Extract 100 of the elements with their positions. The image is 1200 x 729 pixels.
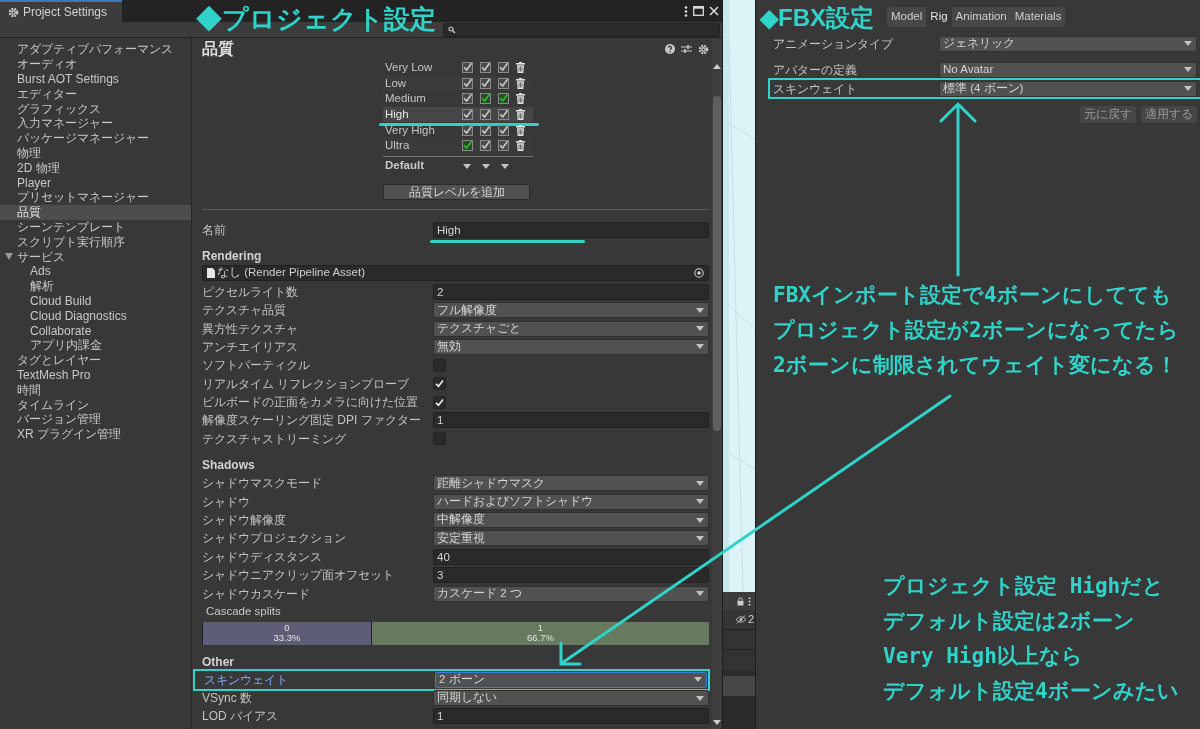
dropdown[interactable]: 2 ボーン [435, 671, 707, 688]
dropdown[interactable]: 無効 [433, 338, 709, 355]
sidebar-item[interactable]: 入力マネージャー [0, 116, 191, 131]
number-field[interactable]: 40 [433, 548, 709, 565]
sidebar-item[interactable]: オーディオ [0, 56, 191, 72]
checkbox[interactable] [462, 62, 473, 74]
trash-icon[interactable] [516, 93, 525, 105]
sidebar-item[interactable]: タグとレイヤー [0, 352, 191, 368]
sidebar-item[interactable]: エディター [0, 86, 191, 102]
checkbox[interactable] [480, 124, 491, 136]
search-field[interactable] [443, 22, 720, 37]
checkbox[interactable] [498, 62, 509, 74]
checkbox[interactable] [480, 77, 491, 89]
dropdown[interactable]: ジェネリック [939, 35, 1197, 52]
dropdown[interactable]: 同期しない [433, 690, 709, 706]
dropdown-caret-icon[interactable] [463, 163, 471, 169]
window-tab[interactable]: Project Settings [0, 0, 122, 22]
close-icon[interactable] [709, 6, 719, 16]
checkbox[interactable] [498, 140, 509, 152]
expanded-arrow-icon[interactable] [5, 253, 13, 261]
scroll-thumb[interactable] [713, 96, 721, 431]
scrollbar[interactable] [712, 38, 722, 729]
cascade-split[interactable]: 0 33.3% [202, 621, 371, 645]
sidebar-item[interactable]: XR プラグイン管理 [0, 426, 191, 442]
sidebar-item[interactable]: 2D 物理 [0, 160, 191, 176]
dropdown[interactable]: 距離シャドウマスク [433, 475, 709, 492]
cascade-splits-bar[interactable]: 0 33.3% 1 66.7% [202, 621, 709, 645]
dropdown[interactable]: 安定重視 [433, 530, 709, 547]
checkbox[interactable] [498, 77, 509, 89]
sidebar-item[interactable]: 品質 [0, 204, 191, 220]
sidebar-item[interactable]: 解析 [0, 278, 191, 294]
dropdown[interactable]: テクスチャごと [433, 320, 709, 337]
checkbox[interactable] [433, 377, 446, 391]
checkbox[interactable] [433, 395, 446, 409]
dropdown[interactable]: フル解像度 [433, 302, 709, 319]
dropdown[interactable]: 標準 (4 ボーン) [939, 80, 1197, 97]
tab[interactable]: Materials [1010, 7, 1066, 27]
sidebar-item[interactable]: 物理 [0, 145, 191, 161]
sidebar-item[interactable]: Cloud Diagnostics [0, 308, 191, 324]
dropdown[interactable]: No Avatar [939, 61, 1197, 78]
checkbox[interactable] [480, 109, 491, 121]
dropdown[interactable]: ハードおよびソフトシャドウ [433, 493, 709, 510]
checkbox[interactable] [498, 93, 509, 105]
name-field[interactable]: High [433, 221, 709, 238]
tab[interactable]: Animation [951, 7, 1011, 27]
trash-icon[interactable] [516, 109, 525, 121]
sidebar-item[interactable]: スクリプト実行順序 [0, 234, 191, 250]
cascade-split[interactable]: 1 66.7% [370, 621, 709, 645]
checkbox[interactable] [462, 140, 473, 152]
quality-level[interactable]: Low [383, 74, 462, 92]
tab[interactable]: Rig [926, 7, 952, 27]
dropdown[interactable]: カスケード 2 つ [433, 585, 709, 602]
sidebar-item[interactable]: サービス [17, 247, 65, 266]
sidebar-item[interactable]: シーンテンプレート [0, 219, 191, 235]
help-icon[interactable] [665, 44, 675, 54]
scroll-up-icon[interactable] [713, 64, 721, 69]
target-icon[interactable] [694, 267, 704, 278]
dropdown-caret-icon[interactable] [482, 163, 490, 169]
sidebar-item[interactable]: Burst AOT Settings [0, 71, 191, 87]
checkbox[interactable] [498, 124, 509, 136]
hidden-eye-icon[interactable] [734, 615, 747, 624]
sliders-icon[interactable] [681, 44, 692, 54]
object-field[interactable]: なし (Render Pipeline Asset) [202, 264, 709, 281]
checkbox[interactable] [462, 124, 473, 136]
sidebar-item[interactable]: Ads [0, 263, 191, 279]
add-level-button[interactable]: 品質レベルを追加 [383, 183, 530, 200]
sidebar-item[interactable]: 時間 [0, 382, 191, 398]
sidebar-item[interactable]: プリセットマネージャー [0, 189, 191, 205]
quality-level[interactable]: Very Low [383, 59, 462, 77]
checkbox[interactable] [462, 77, 473, 89]
sidebar-item[interactable]: Cloud Build [0, 293, 191, 309]
number-field[interactable]: 3 [433, 567, 709, 584]
gear-icon[interactable] [698, 43, 709, 55]
more-icon[interactable] [684, 5, 688, 17]
trash-icon[interactable] [516, 77, 525, 89]
more-icon[interactable] [748, 596, 751, 606]
checkbox[interactable] [498, 109, 509, 121]
dropdown-caret-icon[interactable] [501, 163, 509, 169]
sidebar-item[interactable]: グラフィックス [0, 101, 191, 116]
sidebar-item[interactable]: TextMesh Pro [0, 367, 191, 383]
scroll-down-icon[interactable] [713, 720, 721, 725]
quality-level[interactable]: Ultra [383, 137, 462, 155]
tab[interactable]: Model [887, 7, 927, 27]
dropdown[interactable]: 中解像度 [433, 512, 709, 529]
checkbox[interactable] [480, 93, 491, 105]
number-field[interactable]: 2 [433, 283, 709, 300]
sidebar-item[interactable]: パッケージマネージャー [0, 130, 191, 146]
checkbox[interactable] [462, 109, 473, 121]
checkbox[interactable] [480, 62, 491, 74]
sidebar-item[interactable]: Collaborate [0, 323, 191, 338]
quality-level[interactable]: Medium [383, 90, 462, 108]
sidebar-item[interactable]: Player [0, 175, 191, 190]
sidebar-item[interactable]: タイムライン [0, 397, 191, 412]
trash-icon[interactable] [516, 124, 525, 136]
number-field[interactable]: 1 [433, 708, 709, 725]
number-field[interactable]: 1 [433, 412, 709, 429]
sidebar-item[interactable]: アダプティブパフォーマンス [0, 42, 191, 57]
maximize-icon[interactable] [693, 6, 704, 16]
trash-icon[interactable] [516, 140, 525, 152]
lock-icon[interactable] [737, 596, 744, 606]
